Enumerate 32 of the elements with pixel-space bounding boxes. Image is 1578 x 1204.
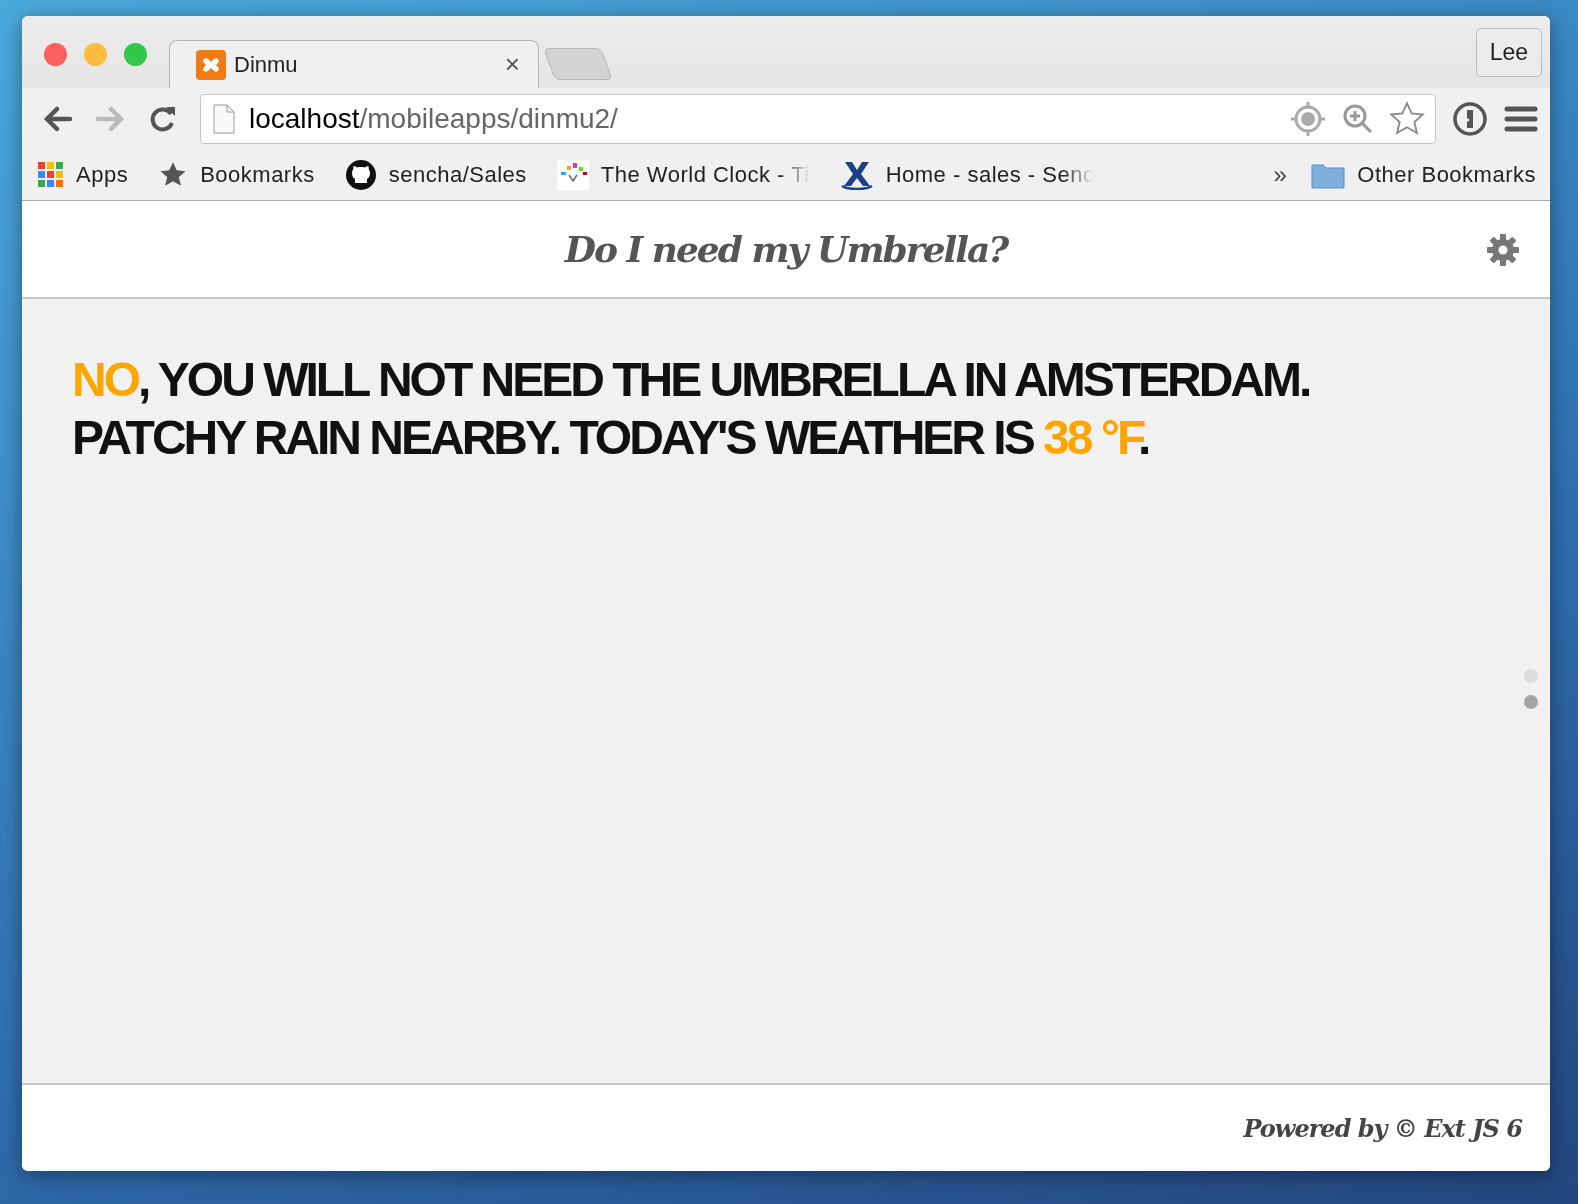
browser-tab[interactable]: Dinmu × (169, 40, 539, 88)
page-indicator-dot[interactable] (1524, 695, 1538, 709)
bookmark-item[interactable]: Apps (38, 162, 129, 188)
weather-answer: NO, YOU WILL NOT NEED THE UMBRELLA IN AMSTERDAM. PATCHY RAIN NEARBY. TODAY'S WEATHER IS 38 °F. (72, 352, 1311, 466)
bookmark-item[interactable]: sencha/Sales (344, 159, 527, 191)
powered-by-text: Powered by © Ext JS 6 (1243, 1113, 1522, 1143)
bookmark-item[interactable]: Home - sales - Senc (839, 160, 1095, 190)
bookmark-folder[interactable]: Other Bookmarks (1311, 161, 1536, 189)
window-control-button[interactable] (84, 43, 107, 66)
profile-button[interactable]: Lee (1475, 28, 1542, 77)
dots-tile-icon (556, 160, 589, 190)
address-field[interactable]: localhost/mobileapps/dinmu2/ (200, 94, 1436, 144)
page-icon (213, 104, 235, 134)
bookmark-item[interactable]: The World Clock - Ti (556, 160, 810, 190)
keyhole-circle-icon[interactable] (1452, 101, 1488, 137)
tab-close-button[interactable]: × (504, 49, 520, 80)
settings-icon[interactable] (1486, 233, 1520, 267)
menu-icon[interactable] (1504, 104, 1538, 134)
tab-favicon-icon (196, 49, 226, 80)
window-control-button[interactable] (124, 43, 147, 66)
apps-grid-icon (38, 162, 64, 188)
bookmark-item[interactable]: Bookmarks (158, 161, 315, 189)
window-control-button[interactable] (44, 43, 67, 66)
star-outline-icon[interactable] (1389, 101, 1425, 137)
tab-title: Dinmu (234, 51, 299, 78)
x-figure-icon (839, 160, 874, 190)
cat-silhouette-icon (344, 159, 377, 191)
zoom-in-icon[interactable] (1341, 102, 1375, 136)
app-title: Do I need my Umbrella? (564, 228, 1008, 270)
location-target-icon[interactable] (1289, 100, 1327, 138)
more-bookmarks-button[interactable]: » (1273, 161, 1288, 189)
folder-icon (1311, 161, 1346, 189)
